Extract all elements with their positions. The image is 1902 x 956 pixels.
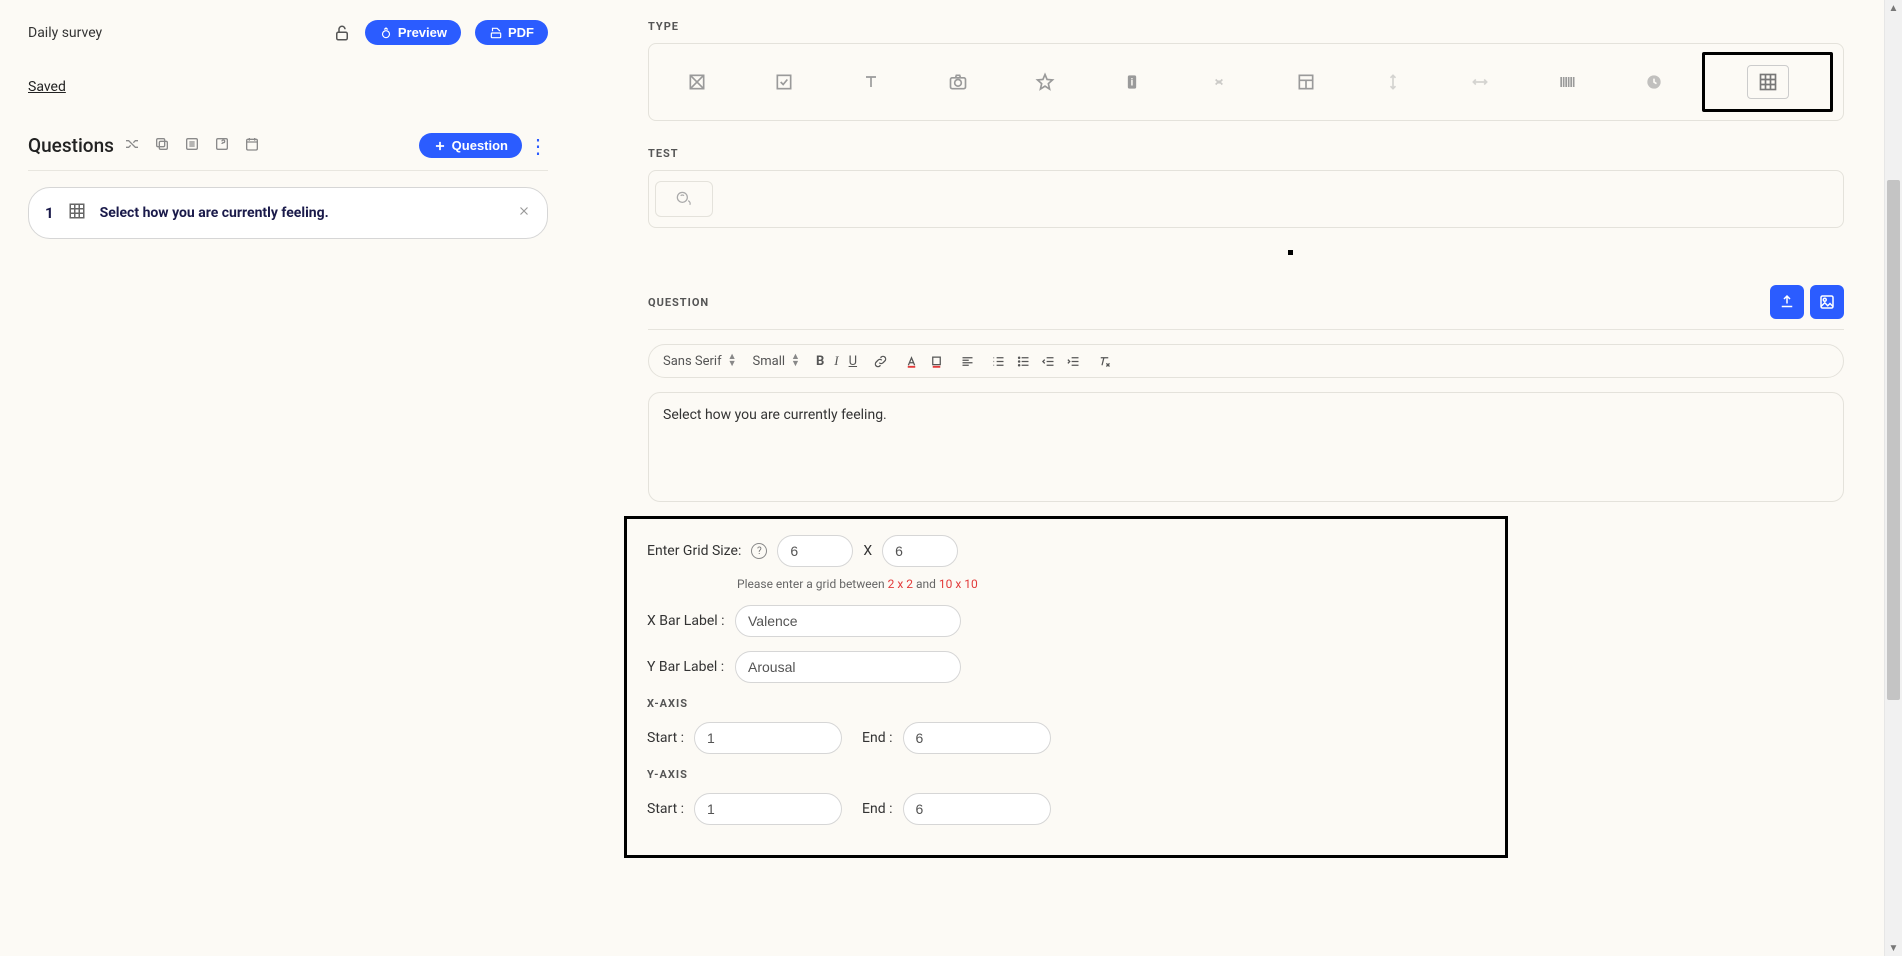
add-question-label: Question [452,138,508,153]
remove-question-icon[interactable] [517,204,531,222]
x-bar-label: X Bar Label : [647,613,725,629]
type-checkbox-icon[interactable] [746,72,823,92]
type-clock-icon[interactable] [1615,72,1692,92]
y-bar-input[interactable] [735,651,961,683]
calendar-icon[interactable] [244,136,260,156]
scroll-up-icon[interactable]: ▲ [1885,0,1902,16]
saved-link[interactable]: Saved [28,79,548,95]
y-end-label: End : [862,801,892,817]
grid-type-icon [68,202,86,224]
indent-icon[interactable] [1066,354,1081,369]
italic-icon[interactable]: I [834,353,838,369]
x-start-label: Start : [647,730,684,746]
type-layout-icon[interactable] [1267,72,1344,92]
pdf-button[interactable]: PDF [475,20,548,45]
pdf-button-label: PDF [508,25,534,40]
grid-config-panel: Enter Grid Size: ? X Please enter a grid… [624,516,1508,858]
type-collapse-icon[interactable] [1181,72,1258,92]
survey-title: Daily survey [28,25,319,41]
help-circle-icon[interactable]: ? [751,543,767,559]
more-options-icon[interactable]: ⋮ [528,134,548,158]
x-bar-input[interactable] [735,605,961,637]
type-barcode-icon[interactable] [1528,72,1605,92]
type-star-icon[interactable] [1007,72,1084,92]
scroll-down-icon[interactable]: ▼ [1885,940,1902,956]
shuffle-icon[interactable] [124,136,140,156]
question-text-editor[interactable]: Select how you are currently feeling. [648,392,1844,502]
unordered-list-icon[interactable] [1016,354,1031,369]
highlight-color-icon[interactable] [929,354,944,369]
link-icon[interactable] [873,354,888,369]
question-list-item[interactable]: 1 Select how you are currently feeling. [28,187,548,239]
y-start-input[interactable] [694,793,842,825]
grid-size-label: Enter Grid Size: [647,543,741,559]
grid-rows-input[interactable] [882,535,958,567]
svg-text:i: i [1131,77,1134,88]
type-grid-icon[interactable] [1702,52,1833,112]
type-x-icon[interactable] [659,72,736,92]
preview-button[interactable]: Preview [365,20,461,45]
type-section-label: TYPE [648,20,1844,33]
text-color-icon[interactable] [904,354,919,369]
x-end-label: End : [862,730,892,746]
question-text: Select how you are currently feeling. [100,205,503,221]
type-horizontal-icon[interactable] [1441,72,1518,92]
grid-hint-text: Please enter a grid between 2 x 2 and 10… [737,577,1485,591]
grid-cols-input[interactable] [777,535,853,567]
x-end-input[interactable] [903,722,1051,754]
type-text-icon[interactable] [833,72,910,92]
y-axis-section-label: Y-AXIS [647,768,1485,781]
grid-separator: X [863,543,872,559]
decorative-dot [1288,250,1293,255]
underline-icon[interactable]: U [849,354,857,369]
font-size-value: Small [753,354,786,369]
test-section-label: TEST [648,147,1844,160]
question-number: 1 [45,204,54,222]
help-icon[interactable] [214,136,230,156]
image-button[interactable] [1810,285,1844,319]
font-size-select[interactable]: Small ▲▼ [753,354,800,369]
bold-icon[interactable]: B [816,354,824,369]
y-end-input[interactable] [903,793,1051,825]
upload-button[interactable] [1770,285,1804,319]
type-vertical-icon[interactable] [1354,72,1431,92]
font-family-value: Sans Serif [663,354,722,369]
y-bar-label: Y Bar Label : [647,659,725,675]
test-button[interactable] [655,181,713,217]
clear-format-icon[interactable] [1097,354,1112,369]
align-icon[interactable] [960,354,975,369]
vertical-scrollbar[interactable]: ▲ ▼ [1884,0,1902,956]
x-start-input[interactable] [694,722,842,754]
outdent-icon[interactable] [1041,354,1056,369]
scroll-thumb[interactable] [1887,180,1900,700]
list-icon[interactable] [184,136,200,156]
y-start-label: Start : [647,801,684,817]
type-camera-icon[interactable] [920,72,997,92]
ordered-list-icon[interactable] [991,354,1006,369]
question-type-selector: i [648,43,1844,121]
copy-icon[interactable] [154,136,170,156]
unlock-icon[interactable] [333,24,351,42]
font-family-select[interactable]: Sans Serif ▲▼ [663,354,737,369]
questions-heading: Questions [28,134,114,157]
type-info-icon[interactable]: i [1094,72,1171,92]
preview-button-label: Preview [398,25,447,40]
add-question-button[interactable]: Question [419,133,522,158]
x-axis-section-label: X-AXIS [647,697,1485,710]
text-editor-toolbar: Sans Serif ▲▼ Small ▲▼ B I U [648,344,1844,378]
question-section-label: QUESTION [648,296,709,309]
